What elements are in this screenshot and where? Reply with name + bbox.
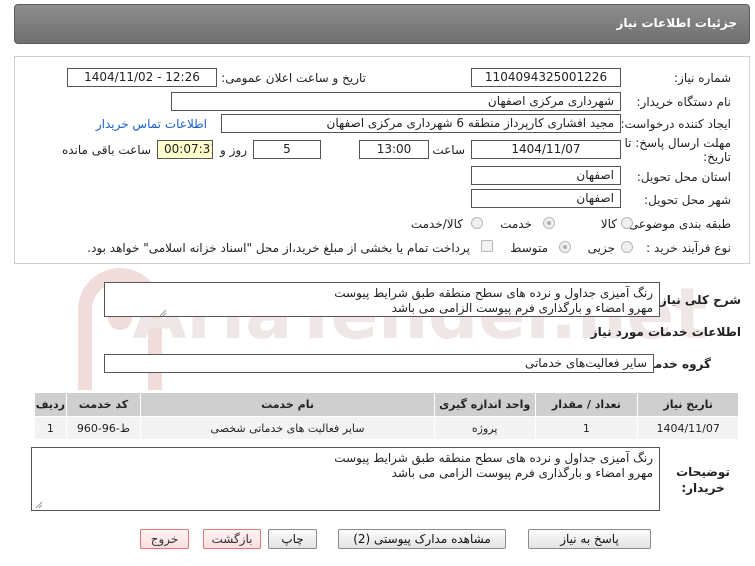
col-row-number: ردیف [34, 392, 67, 417]
cell-service-code: ط-96-960 [65, 416, 142, 440]
buyer-org-label: نام دستگاه خریدار: [636, 95, 732, 109]
city-field: اصفهان [471, 189, 621, 208]
services-table: تاریخ نیاز تعداد / مقدار واحد اندازه گیر… [34, 392, 739, 440]
col-need-date: تاریخ نیاز [637, 392, 739, 417]
category-label: طبقه بندی موضوعی: [624, 217, 731, 231]
services-section-title: اطلاعات خدمات مورد نیاز [590, 325, 741, 339]
col-service-name: نام خدمت [140, 392, 435, 417]
buyer-org-field: شهرداری مرکزی اصفهان [171, 92, 621, 111]
process-radio-medium[interactable] [559, 241, 571, 253]
need-number-label: شماره نیاز: [674, 71, 731, 85]
deadline-time-label: ساعت [432, 143, 465, 157]
col-service-code: کد خدمت [65, 392, 142, 417]
treasury-payment-checkbox[interactable] [481, 240, 493, 252]
deadline-date-field: 1404/11/07 [471, 140, 621, 159]
reply-button[interactable]: پاسخ به نیاز [528, 529, 651, 549]
cell-row-number: 1 [34, 416, 67, 440]
print-button[interactable]: چاپ [268, 529, 317, 549]
process-radio-minor[interactable] [621, 241, 633, 253]
back-button[interactable]: بازگشت [203, 529, 261, 549]
service-group-field: سایر فعالیت‌های خدماتی [104, 354, 654, 373]
attachments-button[interactable]: مشاهده مدارک پیوستی (2) [338, 529, 506, 549]
process-label: نوع فرآیند خرید : [646, 241, 731, 255]
creator-field: مجید افشاری کارپرداز منطقه 6 شهرداری مرک… [221, 114, 621, 133]
announce-label: تاریخ و ساعت اعلان عمومی: [221, 71, 366, 85]
remaining-label: ساعت باقی مانده [61, 143, 151, 157]
process-option-medium: متوسط [510, 241, 548, 255]
summary-label: شرح کلی نیاز: [655, 293, 741, 307]
remaining-time-field: 00:07:31 [157, 140, 213, 159]
need-number-field: 1104094325001226 [471, 68, 621, 87]
header-bar: جزئیات اطلاعات نیاز [14, 4, 750, 44]
category-option-goods: کالا [600, 217, 617, 231]
days-field: 5 [253, 140, 321, 159]
category-radio-goods-service[interactable] [471, 217, 483, 229]
category-option-service: خدمت [500, 217, 532, 231]
exit-button[interactable]: خروج [140, 529, 189, 549]
col-quantity: تعداد / مقدار [534, 392, 639, 417]
summary-text: رنگ آمیزی جداول و نرده های سطح منطقه طبق… [104, 282, 660, 317]
deadline-label: مهلت ارسال پاسخ: تا تاریخ: [624, 136, 731, 164]
services-table-header: تاریخ نیاز تعداد / مقدار واحد اندازه گیر… [34, 392, 739, 417]
buyer-notes-label: توضیحات خریدار: [676, 465, 730, 495]
creator-label: ایجاد کننده درخواست: [620, 117, 731, 131]
province-field: اصفهان [471, 166, 621, 185]
days-label: روز و [220, 143, 247, 157]
category-radio-goods[interactable] [621, 217, 633, 229]
deadline-time-field: 13:00 [359, 140, 429, 159]
watermark: AriaTender.net [78, 268, 708, 390]
cell-service-name: سایر فعالیت های خدماتی شخصی [140, 416, 435, 440]
buyer-notes-text: رنگ آمیزی جداول و نرده های سطح منطقه طبق… [31, 447, 660, 511]
cell-need-date: 1404/11/07 [637, 416, 739, 440]
col-unit: واحد اندازه گیری [433, 392, 536, 417]
treasury-payment-note: پرداخت تمام یا بخشی از مبلغ خرید،از محل … [87, 241, 470, 255]
process-option-minor: جزیی [587, 241, 615, 255]
resize-grip-icon [35, 501, 43, 509]
category-radio-service[interactable] [543, 217, 555, 229]
cell-quantity: 1 [534, 416, 639, 440]
category-option-goods-service: کالا/خدمت [410, 217, 463, 231]
resize-grip-icon [159, 309, 167, 317]
cell-unit: پروژه [433, 416, 536, 440]
table-row: 1404/11/07 1 پروژه سایر فعالیت های خدمات… [34, 416, 739, 440]
province-label: استان محل تحویل: [636, 170, 731, 184]
city-label: شهر محل تحویل: [644, 193, 731, 207]
buyer-contact-link[interactable]: اطلاعات تماس خریدار [96, 117, 207, 131]
page-title: جزئیات اطلاعات نیاز [616, 16, 737, 30]
announce-date-field: 1404/11/02 - 12:26 [67, 68, 217, 87]
